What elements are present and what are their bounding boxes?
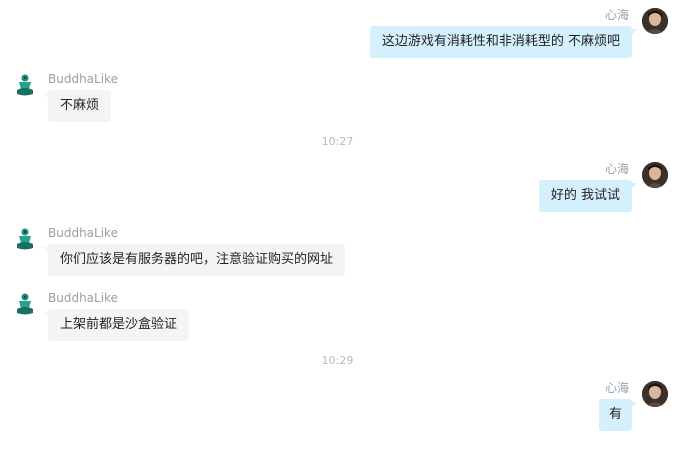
message-bubble[interactable]: 不麻烦: [42, 90, 112, 122]
user-avatar[interactable]: [642, 381, 668, 407]
message-row: BuddhaLike 不麻烦: [0, 72, 675, 122]
message-row: 心海 有: [0, 381, 675, 431]
message-row: 心海 这边游戏有消耗性和非消耗型的 不麻烦吧: [0, 8, 675, 58]
user-avatar[interactable]: [642, 8, 668, 34]
timestamp: 10:27: [321, 135, 354, 148]
chat-conversation: 心海 这边游戏有消耗性和非消耗型的 不麻烦吧 BuddhaLike 不麻烦 10: [0, 0, 675, 451]
sender-name: BuddhaLike: [48, 226, 118, 240]
person-photo-icon: [642, 381, 668, 407]
person-photo-icon: [642, 8, 668, 34]
sender-name: 心海: [604, 162, 629, 176]
message-bubble[interactable]: 上架前都是沙盒验证: [42, 309, 190, 341]
buddha-avatar[interactable]: [12, 226, 38, 252]
buddha-avatar[interactable]: [12, 72, 38, 98]
message-bubble[interactable]: 这边游戏有消耗性和非消耗型的 不麻烦吧: [369, 26, 638, 58]
sender-name: BuddhaLike: [48, 291, 118, 305]
timestamp: 10:29: [321, 354, 354, 367]
message-bubble[interactable]: 好的 我试试: [538, 180, 638, 212]
sender-name: 心海: [604, 381, 629, 395]
message-bubble[interactable]: 有: [598, 399, 638, 431]
message-row: BuddhaLike 你们应该是有服务器的吧，注意验证购买的网址: [0, 226, 675, 276]
buddha-icon: [12, 72, 38, 98]
buddha-icon: [12, 291, 38, 317]
user-avatar[interactable]: [642, 162, 668, 188]
buddha-avatar[interactable]: [12, 291, 38, 317]
message-bubble[interactable]: 你们应该是有服务器的吧，注意验证购买的网址: [42, 244, 346, 276]
sender-name: 心海: [604, 8, 629, 22]
sender-name: BuddhaLike: [48, 72, 118, 86]
message-row: 心海 好的 我试试: [0, 162, 675, 212]
person-photo-icon: [642, 162, 668, 188]
buddha-icon: [12, 226, 38, 252]
message-row: BuddhaLike 上架前都是沙盒验证: [0, 291, 675, 341]
